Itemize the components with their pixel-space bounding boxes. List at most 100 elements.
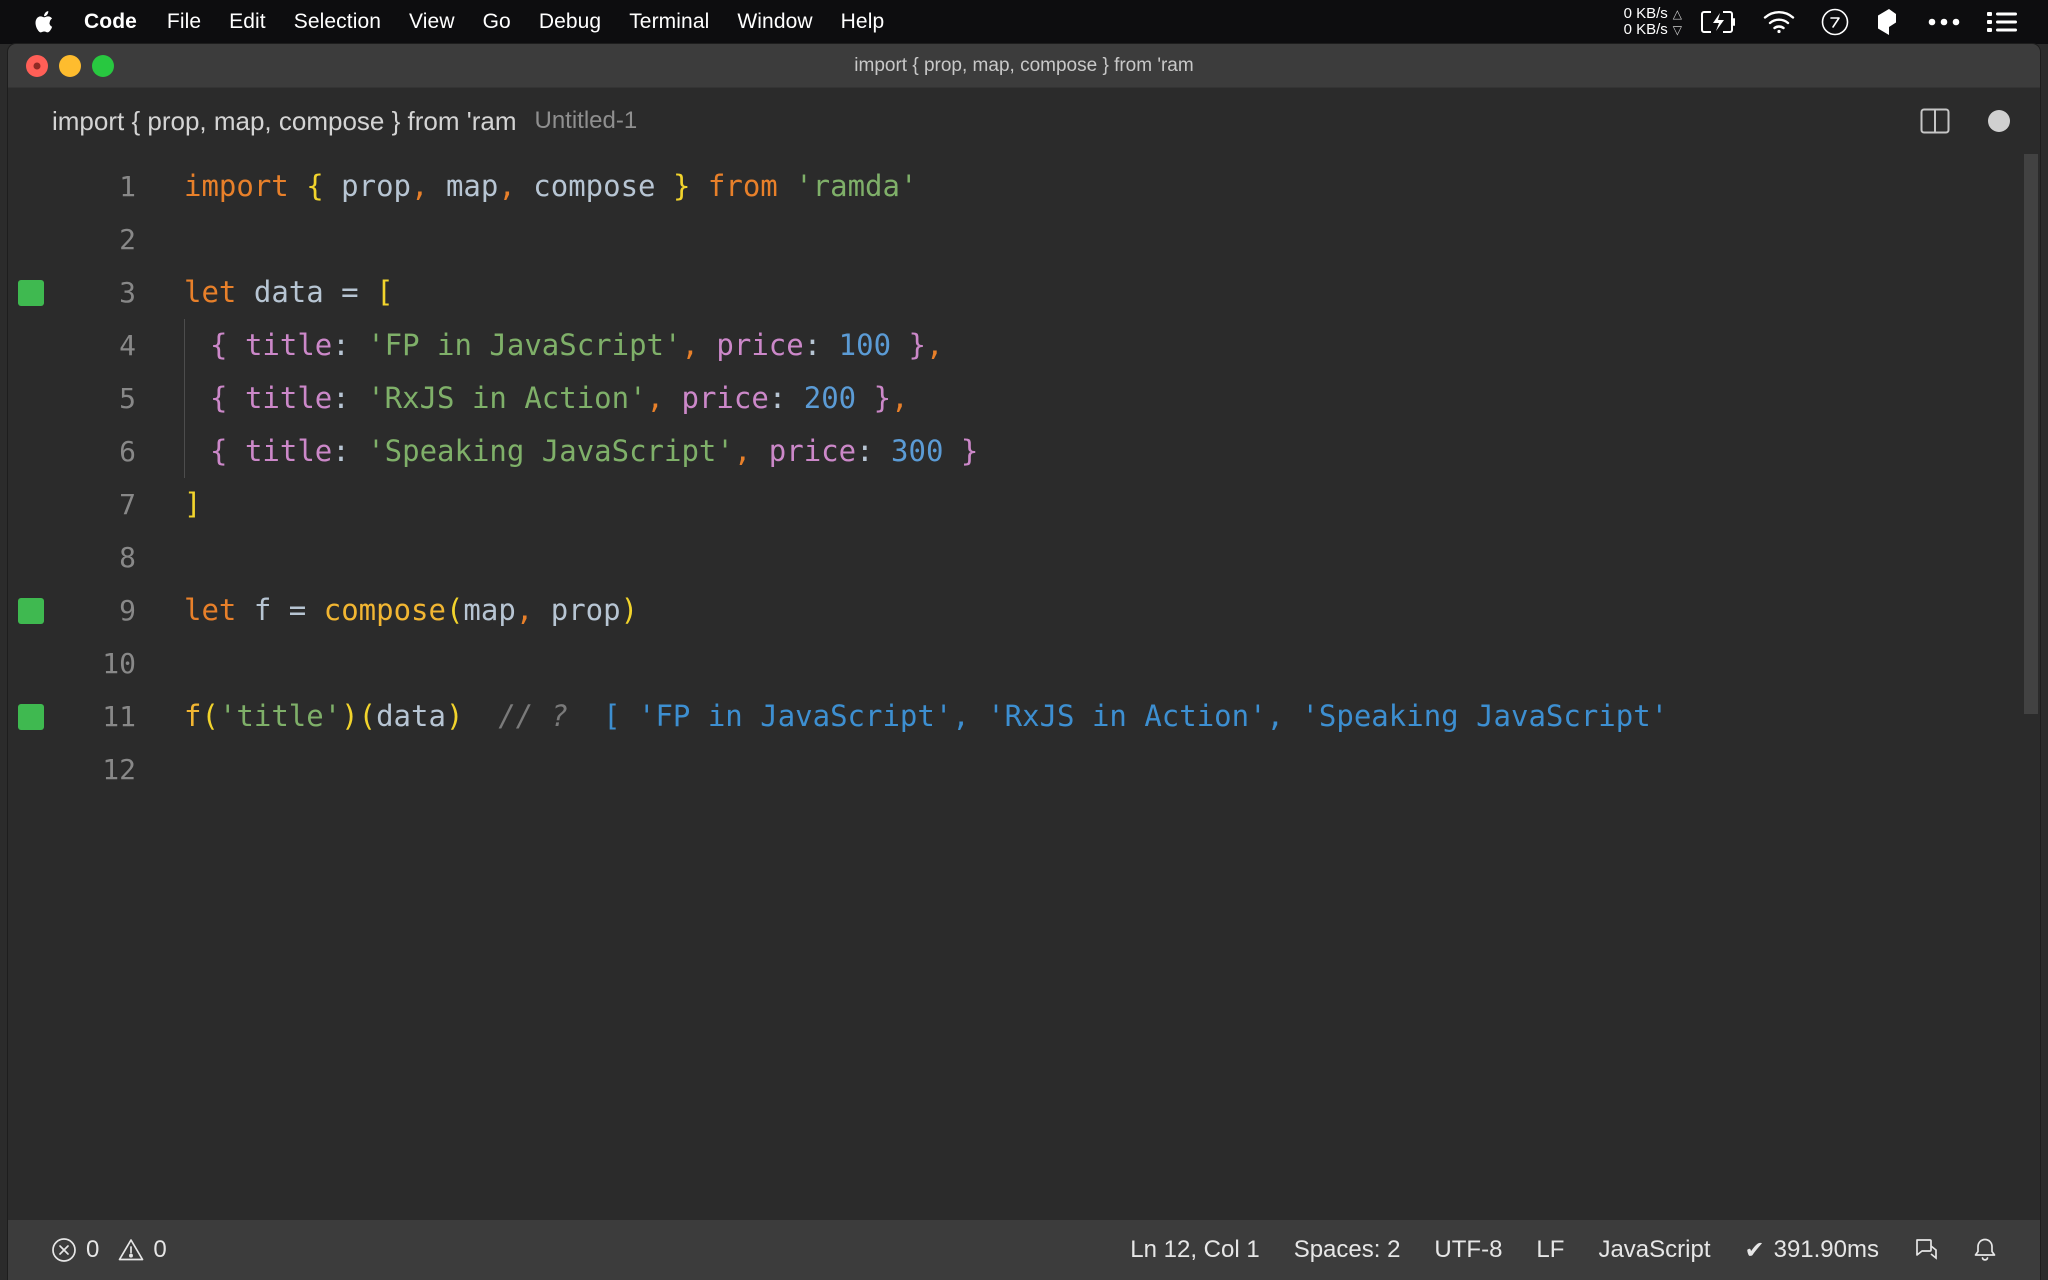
code-token: , [646,381,665,415]
menu-item-selection[interactable]: Selection [280,0,395,44]
status-bar-left: 0 0 [8,1236,184,1264]
eol-status[interactable]: LF [1519,1236,1581,1264]
status-bar-right: Ln 12, Col 1 Spaces: 2 UTF-8 LF JavaScri… [1113,1236,2040,1265]
code-token: { [210,328,228,362]
menu-item-edit[interactable]: Edit [215,0,280,44]
apple-logo-icon[interactable] [22,0,68,44]
code-line[interactable]: 2 [8,213,2040,266]
code-line[interactable]: 5 { title: 'RxJS in Action', price: 200 }… [8,372,2040,425]
menu-item-view[interactable]: View [395,0,469,44]
code-line[interactable]: 3 let data = [ [8,266,2040,319]
code-token: , [411,169,429,203]
maximize-button[interactable] [92,54,114,77]
clock-icon[interactable] [1808,0,1862,44]
code-token: , [498,169,516,203]
code-line[interactable]: 6 { title: 'Speaking JavaScript', price: … [8,425,2040,478]
code-line[interactable]: 10 [8,637,2040,690]
code-token: data [253,275,324,309]
code-token: } [960,434,979,468]
code-line[interactable]: 7] [8,478,2040,531]
code-token: let [184,593,237,627]
code-token: from [707,169,778,203]
cursor-position-status[interactable]: Ln 12, Col 1 [1113,1236,1276,1264]
line-number: 7 [119,488,136,521]
menu-item-terminal[interactable]: Terminal [615,0,723,44]
menu-item-code[interactable]: Code [68,0,153,44]
check-mark-icon: ✔ [1744,1236,1765,1264]
code-token: 'ramda' [795,169,918,203]
editor-tab-sublabel[interactable]: Untitled-1 [534,107,637,135]
code-editor[interactable]: 1 import { prop, map, compose } from 'ram… [8,154,2040,1220]
battery-charging-icon[interactable] [1688,0,1750,44]
editor-tab-label[interactable]: import { prop, map, compose } from 'ram [52,106,516,137]
menu-item-debug[interactable]: Debug [525,0,615,44]
feedback-smiley-icon[interactable] [1896,1237,1956,1263]
code-line-content: f('title')(data) // ? [ 'FP in JavaScrip… [158,690,2040,743]
unsaved-dot-icon[interactable] [1988,110,2010,132]
list-icon[interactable] [1974,0,2030,44]
gutter-marker-icon[interactable] [8,597,54,624]
scrollbar-thumb[interactable] [2024,154,2038,714]
window-title: import { prop, map, compose } from 'ram [854,54,1194,76]
editor-scrollbar[interactable] [2022,154,2040,1220]
code-token: title [244,328,333,362]
code-line[interactable]: 12 [8,743,2040,796]
split-editor-icon[interactable] [1920,107,1950,135]
gutter-green-square [18,597,44,624]
code-token: } [672,169,691,203]
code-token: prop [341,169,412,203]
bell-icon[interactable] [1956,1237,2014,1263]
code-lines-container: 1 import { prop, map, compose } from 'ram… [8,154,2040,796]
dropbox-icon[interactable] [1862,0,1914,44]
quokka-timing-status[interactable]: ✔ 391.90ms [1727,1236,1896,1265]
code-token: 'Speaking JavaScript' [367,434,734,468]
code-token: ] [184,487,202,521]
indentation-status[interactable]: Spaces: 2 [1277,1236,1418,1264]
menu-item-help[interactable]: Help [827,0,899,44]
code-token: import [184,169,289,203]
code-token: price [716,328,804,362]
wifi-icon[interactable] [1750,0,1808,44]
gutter-marker-icon[interactable] [8,279,54,306]
code-token: ) [620,593,639,627]
menu-item-go[interactable]: Go [469,0,525,44]
code-token: = [288,593,307,627]
code-line[interactable]: 9 let f = compose(map, prop) [8,584,2040,637]
minimize-button[interactable] [59,54,81,77]
code-line-content: { title: 'FP in JavaScript', price: 100 … [158,319,2040,372]
code-line[interactable]: 1 import { prop, map, compose } from 'ram… [8,160,2040,213]
code-token: data [376,699,446,733]
download-speed-value: 0 KB/s [1623,21,1668,38]
code-line[interactable]: 11 f('title')(data) // ? [ 'FP in JavaScr… [8,690,2040,743]
encoding-status[interactable]: UTF-8 [1417,1236,1519,1264]
menubar-left-group: Code File Edit Selection View Go Debug T… [0,0,898,44]
menu-item-window[interactable]: Window [723,0,826,44]
code-line[interactable]: 8 [8,531,2040,584]
error-count: 0 [86,1236,100,1263]
code-token: 200 [803,381,857,415]
code-line[interactable]: 4 { title: 'FP in JavaScript', price: 100… [8,319,2040,372]
code-token: { [210,381,228,415]
code-token: price [768,434,857,468]
menu-item-file[interactable]: File [153,0,215,44]
line-number: 9 [119,594,136,627]
close-button[interactable] [26,54,48,77]
language-mode-status[interactable]: JavaScript [1581,1236,1727,1264]
gutter-green-square [18,703,44,730]
ellipsis-icon[interactable] [1914,0,1974,44]
problems-status[interactable]: 0 0 [34,1236,184,1264]
gutter-marker-icon[interactable] [8,703,54,730]
code-token: map [445,169,499,203]
code-token: // ? [498,699,569,733]
code-token: ) [341,699,359,733]
gutter-green-square [18,279,44,306]
network-speed-indicator[interactable]: 0 KB/s △ 0 KB/s ▽ [1624,6,1682,38]
